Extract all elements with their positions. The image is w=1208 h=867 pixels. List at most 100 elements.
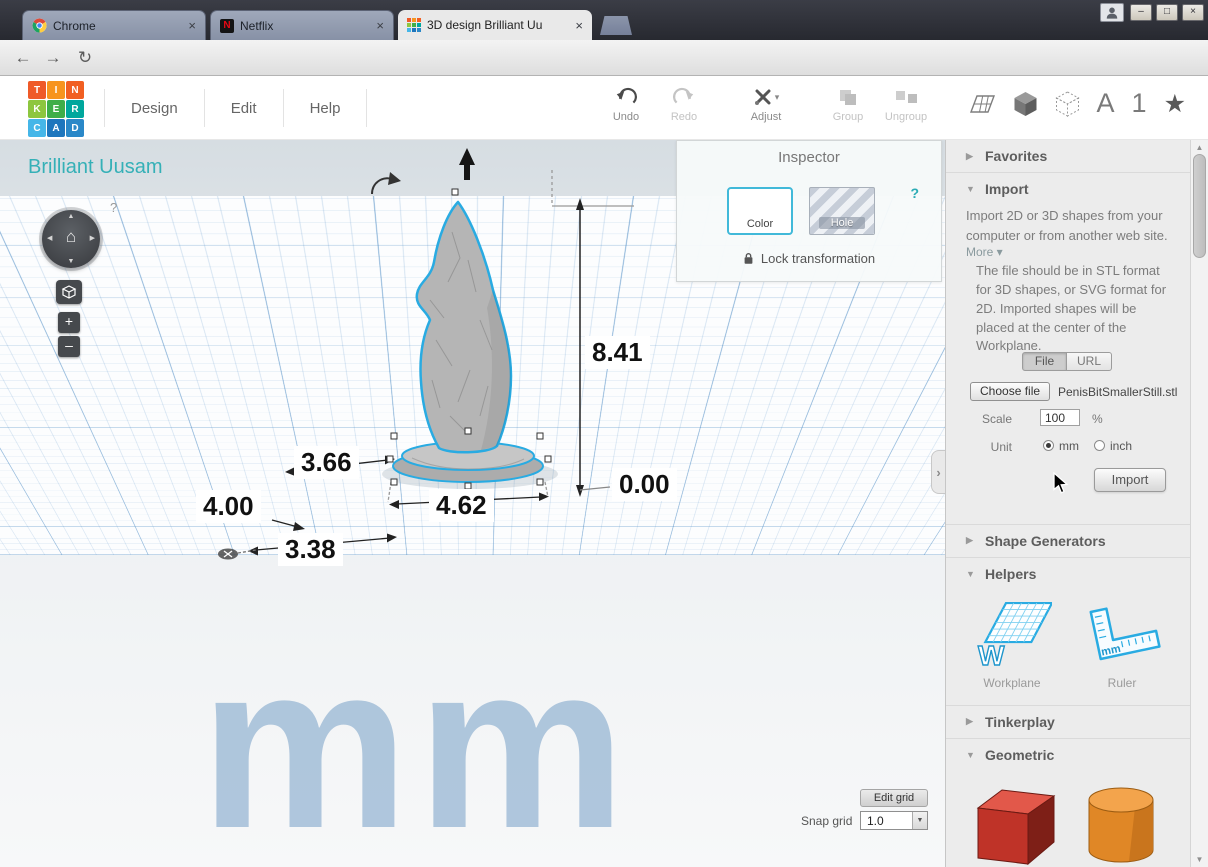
expanded-arrow-icon: ▼ [966, 569, 976, 579]
solid-view-icon[interactable] [1013, 91, 1038, 117]
menu-help[interactable]: Help [284, 89, 368, 127]
logo-cell: R [66, 100, 84, 118]
section-shape-generators[interactable]: ▶ Shape Generators [946, 524, 1190, 556]
section-geometric[interactable]: ▼ Geometric [946, 738, 1190, 770]
redo-icon [672, 87, 696, 107]
ungroup-button[interactable]: Ungroup [878, 84, 934, 123]
profile-button[interactable] [1100, 3, 1124, 22]
z-move-handle[interactable] [459, 148, 475, 180]
view-navigation-orb[interactable]: ▲ ⌂ ▼ ◀ ▶ [42, 210, 100, 268]
favorite-star-icon[interactable]: ★ [1164, 89, 1186, 119]
orb-up-icon[interactable]: ▲ [42, 213, 100, 220]
undo-button[interactable]: Undo [598, 84, 654, 123]
section-favorites[interactable]: ▶ Favorites [946, 140, 1190, 172]
reload-button[interactable]: ↻ [72, 45, 98, 71]
logo-cell: C [28, 119, 46, 137]
inspector-title: Inspector [677, 149, 941, 166]
help-question-icon[interactable]: ? [110, 200, 117, 215]
import-more-link[interactable]: More ▾ [966, 245, 1003, 259]
unit-mm-label[interactable]: mm [1059, 439, 1079, 453]
window-close-button[interactable]: × [1182, 4, 1204, 21]
dim-base-width[interactable]: 4.62 [429, 489, 494, 522]
window-maximize-button[interactable]: □ [1156, 4, 1178, 21]
dim-offset-front[interactable]: 3.38 [278, 533, 343, 566]
shape-cylinder-orange[interactable] [1084, 784, 1158, 867]
tab-close-icon[interactable]: × [374, 18, 384, 33]
orb-left-icon[interactable]: ◀ [47, 234, 52, 242]
zoom-in-button[interactable]: + [58, 312, 80, 333]
design-canvas[interactable]: mm [0, 140, 945, 867]
inspector-help-icon[interactable]: ? [910, 185, 919, 201]
logo-cell: I [47, 81, 65, 99]
view-shortcuts: A 1 ★ [968, 88, 1186, 119]
hole-button[interactable]: Hole [809, 187, 875, 235]
browser-tab-chrome[interactable]: Chrome × [22, 10, 206, 40]
tab-close-icon[interactable]: × [573, 18, 583, 33]
dim-elevation[interactable]: 0.00 [612, 468, 677, 501]
design-title[interactable]: Brilliant Uusam [28, 156, 162, 179]
scale-input[interactable] [1040, 409, 1080, 426]
edit-grid-button[interactable]: Edit grid [860, 789, 928, 807]
import-button[interactable]: Import [1094, 468, 1166, 492]
wireframe-view-icon[interactable] [1055, 91, 1080, 117]
annotation-icon[interactable]: A [1097, 88, 1115, 119]
scrollbar-thumb[interactable] [1193, 154, 1206, 258]
view-cube-button[interactable] [56, 280, 82, 304]
snap-grid-select[interactable]: 1.0 ▼ [860, 811, 928, 830]
number-icon[interactable]: 1 [1132, 88, 1147, 119]
workplane-toggle-icon[interactable] [968, 92, 996, 116]
undo-icon [614, 87, 638, 107]
rotate-handle-icon[interactable] [372, 172, 401, 194]
orb-right-icon[interactable]: ▶ [90, 234, 95, 242]
origin-marker[interactable] [218, 549, 238, 560]
mouse-cursor [1053, 472, 1070, 496]
lock-transformation-toggle[interactable]: Lock transformation [677, 251, 941, 266]
menu-edit[interactable]: Edit [205, 89, 284, 127]
adjust-button[interactable]: ▾ Adjust [738, 84, 794, 123]
zoom-out-button[interactable]: – [58, 336, 80, 357]
browser-navbar: ← → ↻ https://www.tinkercad.com/things/h… [0, 40, 1208, 76]
section-tinkerplay[interactable]: ▶ Tinkerplay [946, 705, 1190, 737]
scroll-down-icon[interactable]: ▼ [1191, 855, 1208, 864]
lock-icon [743, 252, 754, 265]
sidebar-collapse-handle[interactable]: › [931, 450, 945, 494]
tinkercad-logo[interactable]: T I N K E R C A D [28, 81, 84, 137]
dim-offset-left[interactable]: 4.00 [196, 490, 261, 523]
section-label: Helpers [985, 566, 1036, 582]
section-helpers[interactable]: ▼ Helpers [946, 557, 1190, 589]
tab-label: 3D design Brilliant Uu [427, 18, 567, 32]
orb-down-icon[interactable]: ▼ [42, 258, 100, 265]
ungroup-icon [894, 87, 918, 107]
helper-ruler[interactable]: mm [1082, 598, 1162, 670]
unit-inch-radio[interactable] [1094, 440, 1105, 451]
browser-tab-netflix[interactable]: N Netflix × [210, 10, 394, 40]
dim-height[interactable]: 8.41 [585, 336, 650, 369]
choose-file-button[interactable]: Choose file [970, 382, 1050, 401]
section-import[interactable]: ▼ Import [946, 172, 1190, 204]
dim-front-depth[interactable]: 3.66 [294, 446, 359, 479]
browser-tab-tinkercad[interactable]: 3D design Brilliant Uu × [398, 10, 592, 40]
logo-cell: T [28, 81, 46, 99]
shape-box-red[interactable] [968, 776, 1064, 866]
redo-button[interactable]: Redo [656, 84, 712, 123]
snap-grid-label: Snap grid [801, 814, 852, 828]
logo-cell: N [66, 81, 84, 99]
tab-close-icon[interactable]: × [186, 18, 196, 33]
sidebar-scrollbar[interactable]: ▲ ▼ [1190, 140, 1208, 867]
model-body[interactable] [417, 202, 511, 452]
unit-inch-label[interactable]: inch [1110, 439, 1132, 453]
window-minimize-button[interactable]: – [1130, 4, 1152, 21]
group-button[interactable]: Group [820, 84, 876, 123]
back-button[interactable]: ← [10, 45, 36, 71]
menu-design[interactable]: Design [104, 89, 205, 127]
helper-workplane[interactable]: W [972, 595, 1052, 671]
file-tab-button[interactable]: File [1022, 352, 1067, 371]
color-button[interactable]: Color [727, 187, 793, 235]
url-tab-button[interactable]: URL [1067, 352, 1112, 371]
expanded-arrow-icon: ▼ [966, 184, 976, 194]
new-tab-button[interactable] [600, 16, 632, 35]
unit-mm-radio[interactable] [1043, 440, 1054, 451]
scroll-up-icon[interactable]: ▲ [1191, 143, 1208, 152]
forward-button[interactable]: → [40, 45, 66, 71]
caret-down-icon: ▾ [775, 92, 780, 103]
